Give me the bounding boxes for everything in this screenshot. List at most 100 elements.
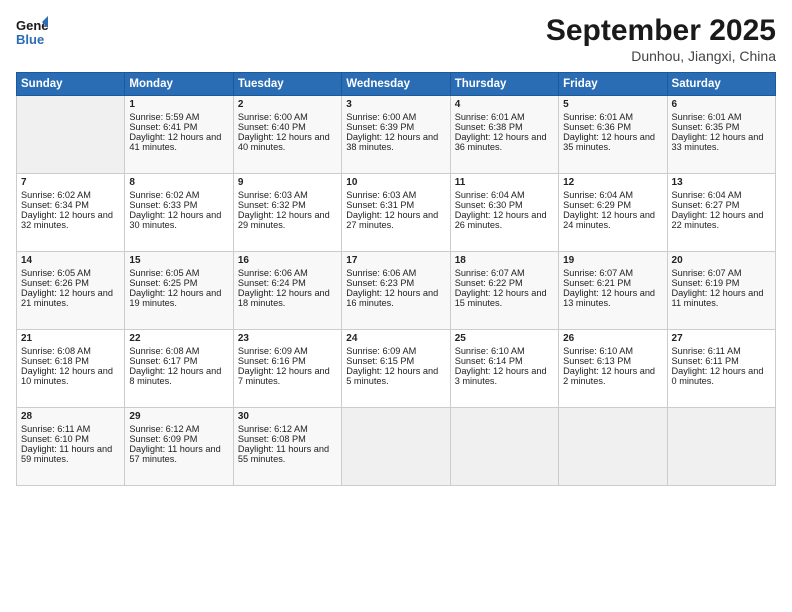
title-block: September 2025 Dunhou, Jiangxi, China [546,14,776,64]
sunset-text: Sunset: 6:41 PM [129,122,228,132]
daylight-text: Daylight: 12 hours and 16 minutes. [346,288,445,308]
daylight-text: Daylight: 12 hours and 10 minutes. [21,366,120,386]
calendar-cell: 21Sunrise: 6:08 AMSunset: 6:18 PMDayligh… [17,330,125,408]
calendar-cell: 20Sunrise: 6:07 AMSunset: 6:19 PMDayligh… [667,252,775,330]
calendar-cell: 4Sunrise: 6:01 AMSunset: 6:38 PMDaylight… [450,96,558,174]
daylight-text: Daylight: 12 hours and 5 minutes. [346,366,445,386]
sunrise-text: Sunrise: 6:12 AM [129,424,228,434]
calendar-cell: 10Sunrise: 6:03 AMSunset: 6:31 PMDayligh… [342,174,450,252]
col-wednesday: Wednesday [342,73,450,96]
sunrise-text: Sunrise: 6:03 AM [346,190,445,200]
col-thursday: Thursday [450,73,558,96]
calendar-cell: 11Sunrise: 6:04 AMSunset: 6:30 PMDayligh… [450,174,558,252]
sunrise-text: Sunrise: 6:06 AM [238,268,337,278]
logo-icon: General Blue [16,14,48,50]
day-number: 1 [129,99,228,110]
daylight-text: Daylight: 12 hours and 15 minutes. [455,288,554,308]
daylight-text: Daylight: 12 hours and 38 minutes. [346,132,445,152]
sunset-text: Sunset: 6:22 PM [455,278,554,288]
daylight-text: Daylight: 12 hours and 30 minutes. [129,210,228,230]
calendar-cell: 5Sunrise: 6:01 AMSunset: 6:36 PMDaylight… [559,96,667,174]
day-number: 7 [21,177,120,188]
sunset-text: Sunset: 6:27 PM [672,200,771,210]
sunrise-text: Sunrise: 6:09 AM [238,346,337,356]
calendar-cell: 2Sunrise: 6:00 AMSunset: 6:40 PMDaylight… [233,96,341,174]
sunset-text: Sunset: 6:23 PM [346,278,445,288]
daylight-text: Daylight: 12 hours and 29 minutes. [238,210,337,230]
day-number: 15 [129,255,228,266]
calendar-cell: 15 Sunrise: 6:05 AMSunset: 6:25 PMDayligh… [125,252,233,330]
calendar-cell: 27Sunrise: 6:11 AMSunset: 6:11 PMDayligh… [667,330,775,408]
daylight-text: Daylight: 12 hours and 13 minutes. [563,288,662,308]
day-number: 12 [563,177,662,188]
sunrise-text: Sunrise: 6:07 AM [563,268,662,278]
sunset-text: Sunset: 6:29 PM [563,200,662,210]
calendar-cell [17,96,125,174]
daylight-text: Daylight: 11 hours and 55 minutes. [238,444,337,464]
calendar-cell: 30Sunrise: 6:12 AMSunset: 6:08 PMDayligh… [233,408,341,486]
sunset-text: Sunset: 6:13 PM [563,356,662,366]
sunset-text: Sunset: 6:35 PM [672,122,771,132]
daylight-text: Daylight: 12 hours and 41 minutes. [129,132,228,152]
daylight-text: Daylight: 12 hours and 18 minutes. [238,288,337,308]
calendar-cell: 7Sunrise: 6:02 AMSunset: 6:34 PMDaylight… [17,174,125,252]
sunset-text: Sunset: 6:14 PM [455,356,554,366]
daylight-text: Daylight: 12 hours and 40 minutes. [238,132,337,152]
sunrise-text: Sunrise: 6:00 AM [238,112,337,122]
sunrise-text: Sunrise: 6:10 AM [455,346,554,356]
calendar-cell: 3Sunrise: 6:00 AMSunset: 6:39 PMDaylight… [342,96,450,174]
calendar-cell [559,408,667,486]
day-number: 24 [346,333,445,344]
col-saturday: Saturday [667,73,775,96]
daylight-text: Daylight: 12 hours and 21 minutes. [21,288,120,308]
calendar-cell: 13Sunrise: 6:04 AMSunset: 6:27 PMDayligh… [667,174,775,252]
sunset-text: Sunset: 6:36 PM [563,122,662,132]
daylight-text: Daylight: 12 hours and 24 minutes. [563,210,662,230]
sunset-text: Sunset: 6:21 PM [563,278,662,288]
calendar-cell: 23Sunrise: 6:09 AMSunset: 6:16 PMDayligh… [233,330,341,408]
sunrise-text: Sunrise: 6:11 AM [672,346,771,356]
calendar-cell: 8Sunrise: 6:02 AMSunset: 6:33 PMDaylight… [125,174,233,252]
day-number: 9 [238,177,337,188]
daylight-text: Daylight: 11 hours and 57 minutes. [129,444,228,464]
day-number: 2 [238,99,337,110]
sunrise-text: Sunrise: 6:05 AM [129,268,228,278]
sunrise-text: Sunrise: 6:02 AM [21,190,120,200]
sunrise-text: Sunrise: 6:01 AM [563,112,662,122]
calendar-week-2: 14Sunrise: 6:05 AMSunset: 6:26 PMDayligh… [17,252,776,330]
sunset-text: Sunset: 6:15 PM [346,356,445,366]
calendar-cell: 22Sunrise: 6:08 AMSunset: 6:17 PMDayligh… [125,330,233,408]
sunrise-text: Sunrise: 6:04 AM [672,190,771,200]
sunset-text: Sunset: 6:16 PM [238,356,337,366]
sunrise-text: Sunrise: 6:11 AM [21,424,120,434]
calendar-cell: 12Sunrise: 6:04 AMSunset: 6:29 PMDayligh… [559,174,667,252]
daylight-text: Daylight: 11 hours and 59 minutes. [21,444,120,464]
sunset-text: Sunset: 6:25 PM [129,278,228,288]
month-title: September 2025 [546,14,776,48]
daylight-text: Daylight: 12 hours and 7 minutes. [238,366,337,386]
daylight-text: Daylight: 12 hours and 19 minutes. [129,288,228,308]
calendar-week-1: 7Sunrise: 6:02 AMSunset: 6:34 PMDaylight… [17,174,776,252]
calendar-week-4: 28Sunrise: 6:11 AMSunset: 6:10 PMDayligh… [17,408,776,486]
daylight-text: Daylight: 12 hours and 35 minutes. [563,132,662,152]
day-number: 3 [346,99,445,110]
svg-text:General: General [16,18,48,33]
sunset-text: Sunset: 6:17 PM [129,356,228,366]
calendar-cell: 29Sunrise: 6:12 AMSunset: 6:09 PMDayligh… [125,408,233,486]
calendar-cell: 9Sunrise: 6:03 AMSunset: 6:32 PMDaylight… [233,174,341,252]
svg-text:Blue: Blue [16,32,44,47]
sunset-text: Sunset: 6:18 PM [21,356,120,366]
day-number: 19 [563,255,662,266]
day-number: 8 [129,177,228,188]
sunset-text: Sunset: 6:32 PM [238,200,337,210]
day-number: 10 [346,177,445,188]
calendar-cell [667,408,775,486]
sunrise-text: Sunrise: 6:02 AM [129,190,228,200]
calendar-cell: 6Sunrise: 6:01 AMSunset: 6:35 PMDaylight… [667,96,775,174]
day-number: 30 [238,411,337,422]
sunrise-text: Sunrise: 6:00 AM [346,112,445,122]
sunset-text: Sunset: 6:34 PM [21,200,120,210]
day-number: 29 [129,411,228,422]
sunrise-text: Sunrise: 6:08 AM [129,346,228,356]
sunrise-text: Sunrise: 6:07 AM [672,268,771,278]
